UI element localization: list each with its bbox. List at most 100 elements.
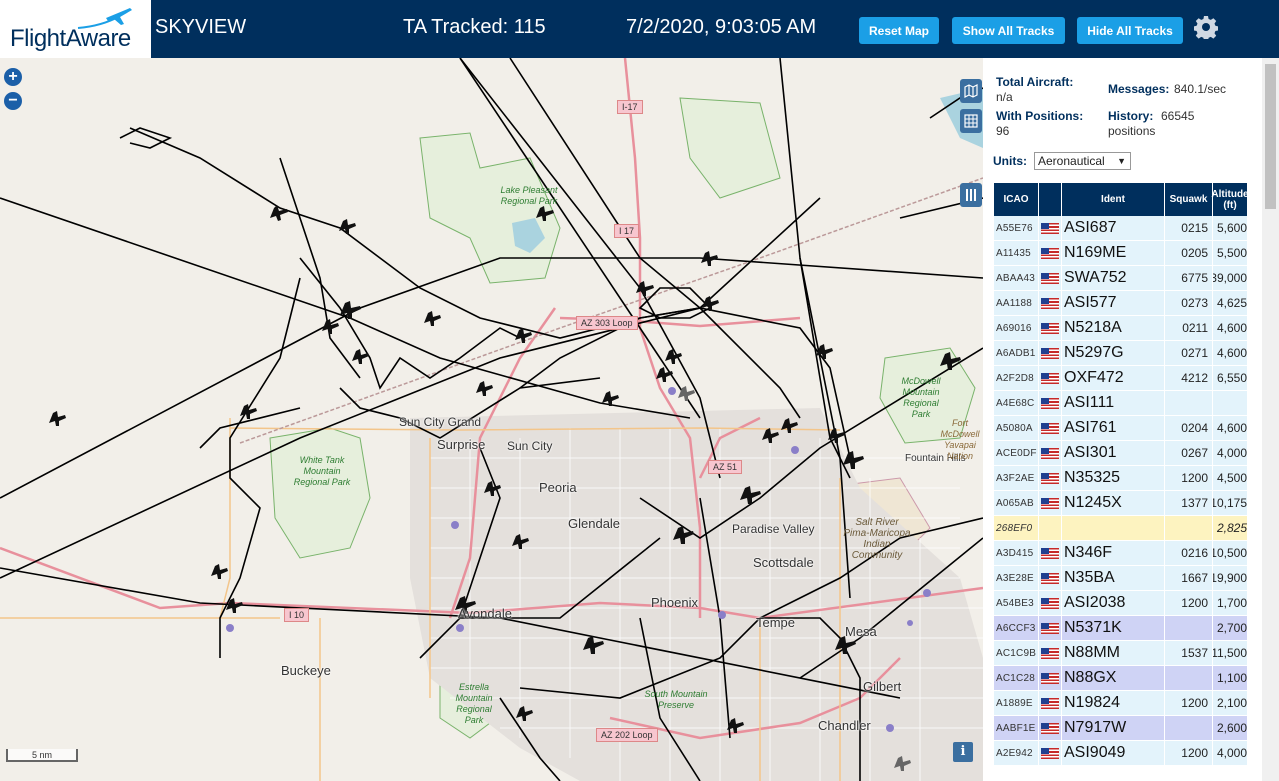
cell-icao: A2F2D8 [994,366,1039,390]
grid-toggle-button[interactable] [960,109,982,133]
salt-river-community: Salt River Pima-Maricopa Indian Communit… [843,517,911,561]
table-row[interactable]: AA1188 ASI577 0273 4,625 [994,291,1247,316]
table-row[interactable]: A55E76 ASI687 0215 5,600 [994,216,1247,241]
table-row[interactable]: ABAA43 SWA752 6775 39,000 [994,266,1247,291]
cell-ident: N19824 [1062,691,1165,715]
table-row[interactable]: A4E68C ASI111 [994,391,1247,416]
table-row[interactable]: A69016 N5218A 0211 4,600 [994,316,1247,341]
cell-icao: AC1C28 [994,666,1039,690]
us-flag-icon [1041,297,1059,309]
cell-icao: AA1188 [994,291,1039,315]
cell-squawk [1165,391,1213,415]
city-sun-city-grand: Sun City Grand [399,415,482,429]
cell-flag [1039,516,1062,540]
table-row[interactable]: A6CCF3 N5371K 2,700 [994,616,1247,641]
table-row[interactable]: AC1C28 N88GX 1,100 [994,666,1247,691]
cell-squawk [1165,616,1213,640]
us-flag-icon [1041,472,1059,484]
flightaware-logo[interactable]: FlightAware [0,0,151,58]
col-altitude[interactable]: Altitude (ft) [1211,183,1248,216]
table-row[interactable]: ACE0DF ASI301 0267 4,000 [994,441,1247,466]
cell-flag [1039,291,1062,315]
us-flag-icon [1041,547,1059,559]
us-flag-icon [1041,697,1059,709]
top-bar: FlightAware SKYVIEW TA Tracked: 115 7/2/… [0,0,1279,58]
us-flag-icon [1041,497,1059,509]
map-view[interactable]: Sun City Grand Surprise Sun City Peoria … [0,58,983,781]
dropdown-arrow-icon: ▼ [1117,156,1126,166]
zoom-out-button[interactable]: − [4,92,22,110]
col-flag[interactable] [1039,183,1062,216]
cell-squawk: 1537 [1165,641,1213,665]
aircraft-table: ICAO Ident Squawk Altitude (ft) A55E76 AS… [994,183,1249,766]
cell-flag [1039,216,1062,240]
grid-icon [964,114,978,128]
table-row[interactable]: A3F2AE N35325 1200 4,500 [994,466,1247,491]
table-row[interactable]: A6ADB1 N5297G 0271 4,600 [994,341,1247,366]
gear-icon[interactable] [1194,15,1218,39]
table-row[interactable]: A3D415 N346F 0216 10,500 [994,541,1247,566]
cell-ident: ASI687 [1062,216,1165,240]
cell-squawk: 1200 [1165,591,1213,615]
zoom-in-button[interactable]: + [4,68,22,86]
map-icon [964,84,978,98]
table-row[interactable]: AABF1E N7917W 2,600 [994,716,1247,741]
col-squawk[interactable]: Squawk [1165,183,1213,216]
table-row[interactable]: A065AB N1245X 1377 10,175 [994,491,1247,516]
us-flag-icon [1041,347,1059,359]
cell-flag [1039,541,1062,565]
park-lake-pleasant: Lake Pleasant Regional Park [500,185,558,206]
cell-ident: SWA752 [1062,266,1165,290]
table-row[interactable]: A1889E N19824 1200 2,100 [994,691,1247,716]
cell-ident: N7917W [1062,716,1165,740]
table-row[interactable]: 268EF0 2,825 [994,516,1247,541]
cell-squawk [1165,516,1213,540]
us-flag-icon [1041,622,1059,634]
show-all-tracks-button[interactable]: Show All Tracks [952,17,1065,44]
cell-ident: N88GX [1062,666,1165,690]
cell-flag [1039,266,1062,290]
cell-squawk: 0215 [1165,216,1213,240]
col-ident[interactable]: Ident [1062,183,1165,216]
tracked-count: TA Tracked: 115 [403,16,546,38]
columns-icon [966,189,976,201]
map-layers-button[interactable] [960,79,982,103]
info-button[interactable]: i [953,742,973,762]
cell-squawk: 1200 [1165,466,1213,490]
cell-icao: A1889E [994,691,1039,715]
table-row[interactable]: A2F2D8 OXF472 4212 6,550 [994,366,1247,391]
cell-flag [1039,416,1062,440]
table-row[interactable]: AC1C9B N88MM 1537 11,500 [994,641,1247,666]
us-flag-icon [1041,672,1059,684]
city-mesa: Mesa [845,624,877,639]
table-row[interactable]: A2E942 ASI9049 1200 4,000 [994,741,1247,766]
us-flag-icon [1041,747,1059,759]
cell-altitude: 4,625 [1216,296,1247,310]
cell-ident: ASI2038 [1062,591,1165,615]
reset-map-button[interactable]: Reset Map [859,17,939,44]
cell-ident: N1245X [1062,491,1165,515]
cell-ident: N35BA [1062,566,1165,590]
cell-ident: ASI111 [1062,391,1165,415]
cell-altitude: 10,500 [1213,546,1247,560]
units-select[interactable]: Aeronautical ▼ [1034,152,1131,170]
scrollbar-thumb[interactable] [1265,64,1276,209]
table-row[interactable]: A54BE3 ASI2038 1200 1,700 [994,591,1247,616]
table-row[interactable]: A3E28E N35BA 1667 19,900 [994,566,1247,591]
cell-ident: N88MM [1062,641,1165,665]
col-icao[interactable]: ICAO [994,183,1039,216]
cell-flag [1039,491,1062,515]
column-toggle-button[interactable] [960,183,982,207]
cell-ident: ASI301 [1062,441,1165,465]
cell-icao: A2E942 [994,741,1039,765]
table-row[interactable]: A11435 N169ME 0205 5,500 [994,241,1247,266]
cell-icao: A6CCF3 [994,616,1039,640]
cell-flag [1039,716,1062,740]
table-row[interactable]: A5080A ASI761 0204 4,600 [994,416,1247,441]
cell-altitude: 4,600 [1216,346,1247,360]
hide-all-tracks-button[interactable]: Hide All Tracks [1077,17,1183,44]
road-i-17: I 17 [614,224,640,238]
city-scottsdale: Scottsdale [753,555,814,570]
cell-altitude: 5,500 [1216,246,1247,260]
app-title: SKYVIEW [155,16,247,38]
